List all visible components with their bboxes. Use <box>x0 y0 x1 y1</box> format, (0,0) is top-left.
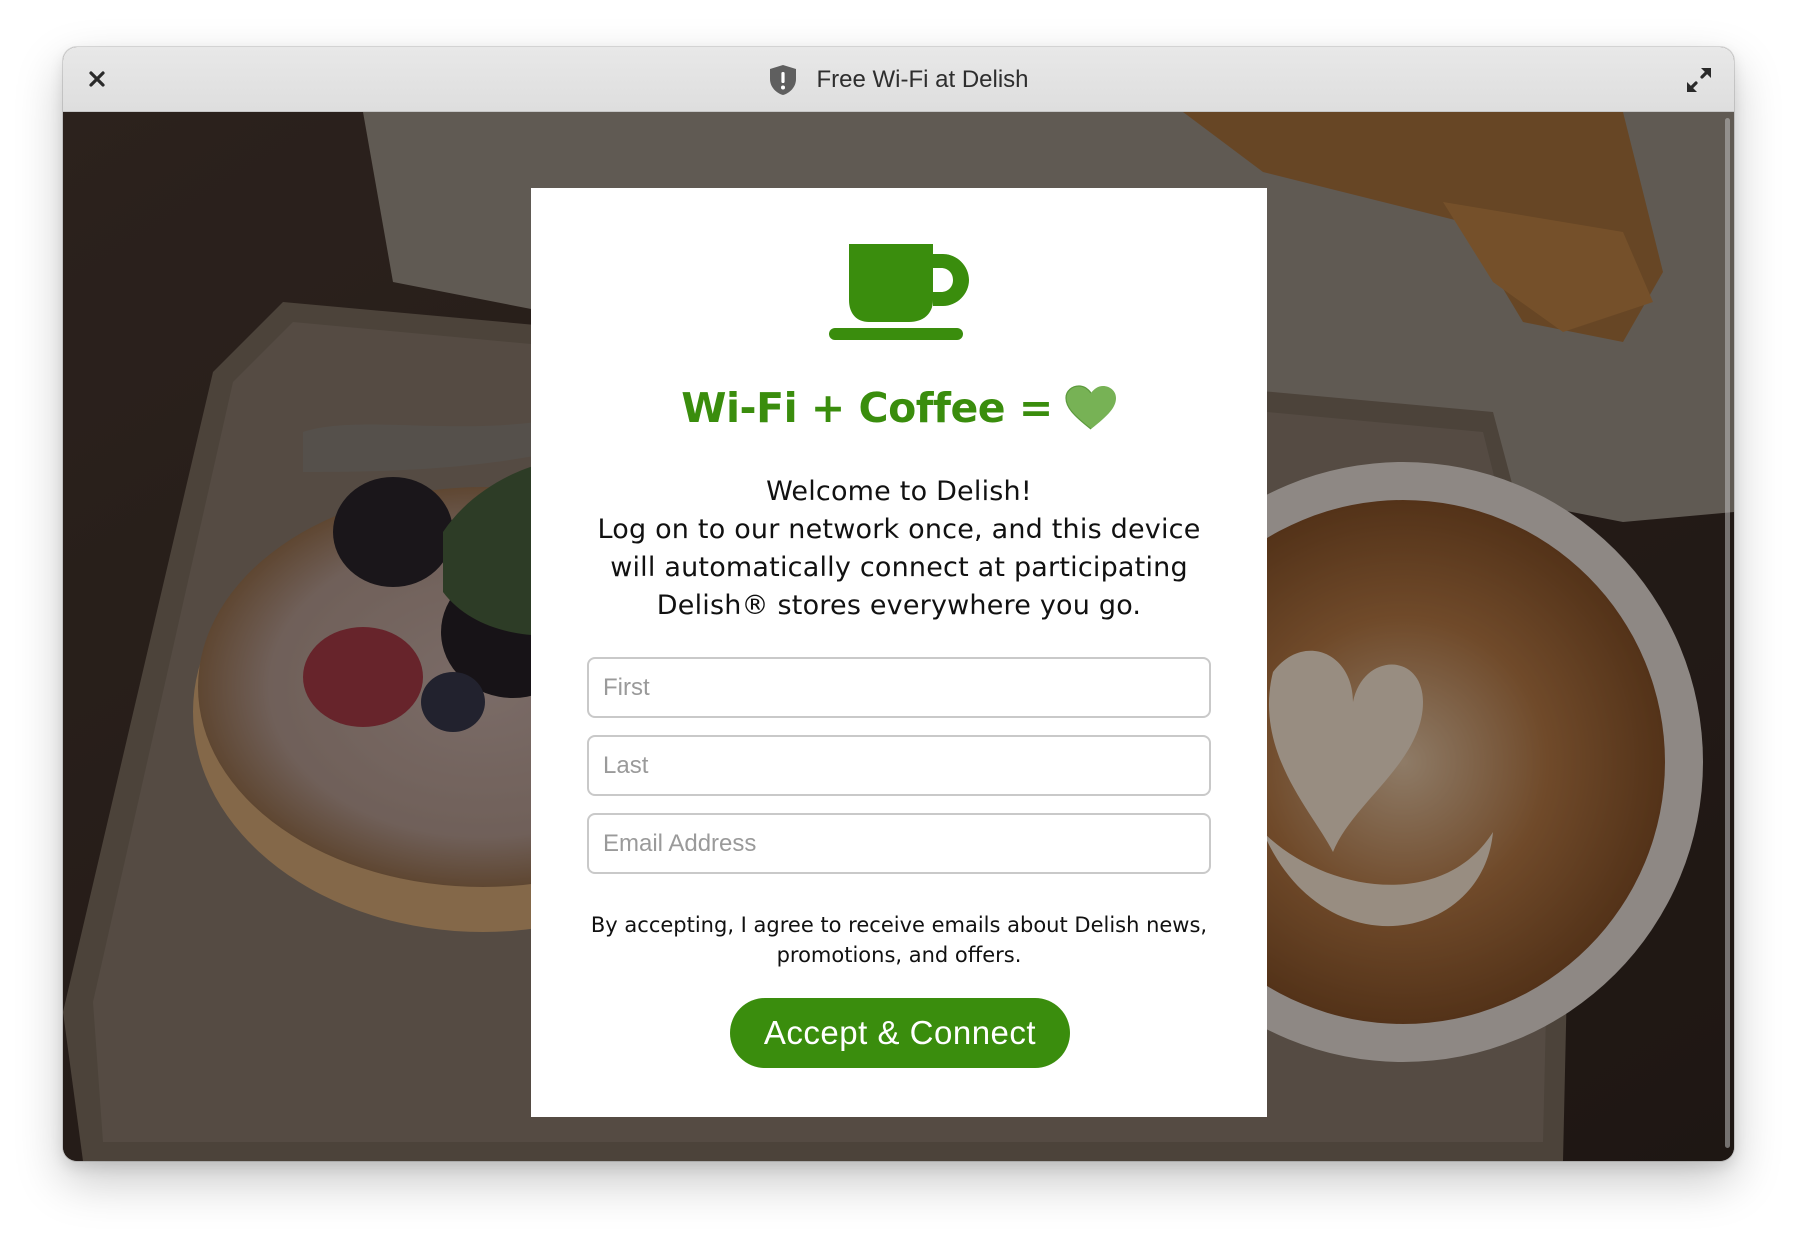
window-title: Free Wi-Fi at Delish <box>816 65 1029 93</box>
expand-icon <box>1687 68 1711 92</box>
accept-connect-button[interactable]: Accept & Connect <box>730 998 1070 1068</box>
captive-portal-window: Free Wi-Fi at Delish Wi-Fi + Coffee = We… <box>63 47 1734 1161</box>
close-icon <box>89 71 105 87</box>
portal-content: Wi-Fi + Coffee = Welcome to Delish! Log … <box>63 112 1734 1161</box>
email-input[interactable] <box>587 813 1211 874</box>
close-button[interactable] <box>81 63 113 95</box>
shield-alert-icon <box>770 64 797 95</box>
consent-text: By accepting, I agree to receive emails … <box>590 913 1208 967</box>
scrollbar[interactable] <box>1725 118 1730 1148</box>
last-name-input[interactable] <box>587 735 1211 796</box>
headline-text: Wi-Fi + Coffee = <box>681 384 1053 432</box>
coffee-cup-icon <box>829 244 969 340</box>
welcome-line: Welcome to Delish! <box>766 476 1032 507</box>
login-card: Wi-Fi + Coffee = Welcome to Delish! Log … <box>531 188 1267 1117</box>
first-name-input[interactable] <box>587 657 1211 718</box>
expand-button[interactable] <box>1682 63 1716 97</box>
title-bar: Free Wi-Fi at Delish <box>63 47 1734 112</box>
intro-line: Log on to our network once, and this dev… <box>597 514 1201 621</box>
headline: Wi-Fi + Coffee = <box>531 384 1267 432</box>
green-heart-icon <box>1065 385 1116 430</box>
title-group: Free Wi-Fi at Delish <box>63 47 1734 112</box>
intro-text: Welcome to Delish! Log on to our network… <box>571 473 1227 625</box>
